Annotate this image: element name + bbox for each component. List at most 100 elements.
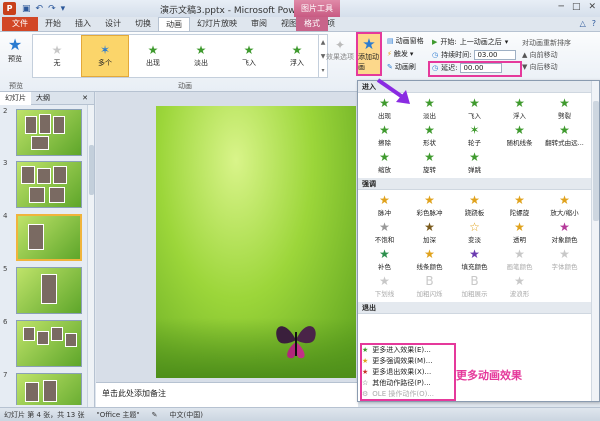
effect-bounce[interactable]: ★ 弹跳 (452, 149, 497, 176)
start-chevron-icon[interactable]: ▾ (505, 38, 509, 46)
scroll-up-icon[interactable]: ▲ (321, 39, 326, 46)
spellcheck-icon[interactable]: ✎ (152, 411, 158, 419)
gallery-more-icon[interactable]: ▾ (321, 67, 324, 74)
more-emphasis-effects[interactable]: ★ 更多强调效果(M)... (362, 356, 434, 367)
help-icon[interactable]: ? (592, 19, 596, 28)
effect-darken[interactable]: ★ 加深 (407, 219, 452, 246)
effect-complementary-color[interactable]: ★ 补色 (362, 246, 407, 273)
effect-wheel[interactable]: ✶ 轮子 (452, 122, 497, 149)
effect-random-bars[interactable]: ★ 随机线条 (497, 122, 542, 149)
effect-wipe[interactable]: ★ 擦除 (362, 122, 407, 149)
current-slide[interactable] (156, 106, 356, 378)
theme-status: "Office 主题" (96, 410, 140, 419)
duration-spinner[interactable]: 03.00 (474, 49, 517, 60)
save-icon[interactable]: ▣ (22, 4, 31, 14)
animation-float-in[interactable]: ★ 浮入 (273, 35, 321, 77)
effect-options-button[interactable]: ✦ 效果选项 (326, 38, 354, 62)
move-later-button[interactable]: ▼ 向后移动 (522, 61, 571, 73)
star-outline-icon: ☆ (362, 379, 369, 387)
animation-multiple[interactable]: ✶ 多个 (81, 35, 129, 77)
star-yellow-icon: ★ (379, 193, 390, 207)
effect-grow-turn[interactable]: ★ 翻转式由远... (542, 122, 587, 149)
effect-label: 跷跷板 (464, 209, 485, 217)
start-select[interactable]: 上一动画之后 (460, 37, 502, 47)
effect-spin[interactable]: ★ 陀螺旋 (497, 192, 542, 219)
slide-thumb-image (16, 267, 82, 314)
add-animation-button[interactable]: ★ 添加动画 (356, 32, 382, 76)
tab-home[interactable]: 开始 (38, 17, 68, 31)
slide-thumbnail[interactable]: 6 (2, 318, 87, 368)
ole-action-verbs[interactable]: ⚙ OLE 操作动作(O)... (362, 389, 434, 400)
customize-chevron-icon[interactable]: ▾ (61, 4, 66, 14)
undo-icon[interactable]: ↶ (36, 4, 44, 14)
effect-zoom[interactable]: ★ 缩放 (362, 149, 407, 176)
effect-bold-reveal[interactable]: B 加粗展示 (452, 273, 497, 300)
effect-pulse[interactable]: ★ 脉冲 (362, 192, 407, 219)
effect-fill-color[interactable]: ★ 填充颜色 (452, 246, 497, 273)
effect-shape[interactable]: ★ 形状 (407, 122, 452, 149)
dropdown-scrollbar[interactable] (591, 81, 599, 401)
effect-wave[interactable]: ★ 波浪形 (497, 273, 542, 300)
animation-none[interactable]: ★ 无 (33, 35, 81, 77)
effect-swivel[interactable]: ★ 旋转 (407, 149, 452, 176)
tab-animations[interactable]: 动画 (158, 17, 190, 31)
maximize-icon[interactable]: □ (572, 2, 581, 12)
slide-thumbnail[interactable]: 7 (2, 371, 87, 405)
tab-slides[interactable]: 幻灯片 (0, 91, 31, 105)
slide-thumbnail[interactable]: 5 (2, 265, 87, 315)
effect-grow-shrink[interactable]: ★ 放大/缩小 (542, 192, 587, 219)
tab-slideshow[interactable]: 幻灯片放映 (190, 17, 244, 31)
animation-appear[interactable]: ★ 出现 (129, 35, 177, 77)
animation-painter-button[interactable]: ✎ 动画刷 (387, 62, 424, 72)
slide-thumbnail[interactable]: 3 (2, 159, 87, 209)
slide-thumbnail-selected[interactable]: 4 (2, 212, 87, 262)
tab-transitions[interactable]: 切换 (128, 17, 158, 31)
more-exit-effects[interactable]: ★ 更多退出效果(X)... (362, 367, 434, 378)
close-pane-icon[interactable]: ✕ (82, 94, 88, 102)
minimize-icon[interactable]: ─ (559, 2, 564, 12)
more-entrance-effects[interactable]: ★ 更多进入效果(E)... (362, 345, 434, 356)
effect-brush-color[interactable]: ★ 画笔颜色 (497, 246, 542, 273)
close-icon[interactable]: ✕ (588, 2, 596, 12)
move-earlier-button[interactable]: ▲ 向前移动 (522, 49, 571, 61)
title-bar: P ▣ ↶ ↷ ▾ 演示文稿3.pptx - Microsoft PowerPo… (0, 0, 600, 17)
tab-format[interactable]: 格式 (296, 17, 328, 31)
effect-transparency[interactable]: ★ 透明 (497, 219, 542, 246)
scroll-thumb[interactable] (89, 145, 94, 195)
animation-fly-in[interactable]: ★ 飞入 (225, 35, 273, 77)
tab-outline[interactable]: 大纲 (31, 93, 55, 103)
trigger-button[interactable]: ⚡ 触发 ▾ (387, 49, 424, 59)
effect-underline[interactable]: ★ 下划线 (362, 273, 407, 300)
animation-fade[interactable]: ★ 淡出 (177, 35, 225, 77)
redo-icon[interactable]: ↷ (48, 4, 56, 14)
notes-pane[interactable]: 单击此处添加备注 (96, 382, 358, 407)
butterfly-image[interactable] (271, 318, 321, 363)
preview-button[interactable]: ★ 预览 (3, 36, 27, 64)
tab-insert[interactable]: 插入 (68, 17, 98, 31)
pane-scrollbar[interactable] (87, 105, 94, 407)
effect-fade[interactable]: ★ 淡出 (407, 95, 452, 122)
tab-design[interactable]: 设计 (98, 17, 128, 31)
effect-lighten[interactable]: ☆ 变淡 (452, 219, 497, 246)
effect-label: 旋转 (423, 166, 436, 174)
effect-bold-flash[interactable]: B 加粗闪烁 (407, 273, 452, 300)
effect-label: 下划线 (374, 290, 395, 298)
scroll-down-icon[interactable]: ▼ (321, 53, 326, 60)
effect-desaturate[interactable]: ★ 不饱和 (362, 219, 407, 246)
scroll-thumb[interactable] (593, 101, 599, 221)
more-motion-paths[interactable]: ☆ 其他动作路径(P)... (362, 378, 434, 389)
effect-font-color[interactable]: ★ 字体颜色 (542, 246, 587, 273)
animation-pane-button[interactable]: ▤ 动画窗格 (387, 36, 424, 46)
effect-object-color[interactable]: ★ 对象颜色 (542, 219, 587, 246)
tab-file[interactable]: 文件 (2, 17, 38, 31)
tab-review[interactable]: 审阅 (244, 17, 274, 31)
effect-teeter[interactable]: ★ 跷跷板 (452, 192, 497, 219)
powerpoint-app-icon[interactable]: P (3, 2, 16, 15)
slide-thumbnail[interactable]: 2 (2, 107, 87, 157)
effect-fly-in[interactable]: ★ 飞入 (452, 95, 497, 122)
effect-split[interactable]: ★ 劈裂 (542, 95, 587, 122)
effect-float-in[interactable]: ★ 浮入 (497, 95, 542, 122)
effect-color-pulse[interactable]: ★ 彩色脉冲 (407, 192, 452, 219)
ribbon-minimize-icon[interactable]: △ (580, 19, 586, 28)
effect-line-color[interactable]: ★ 线条颜色 (407, 246, 452, 273)
